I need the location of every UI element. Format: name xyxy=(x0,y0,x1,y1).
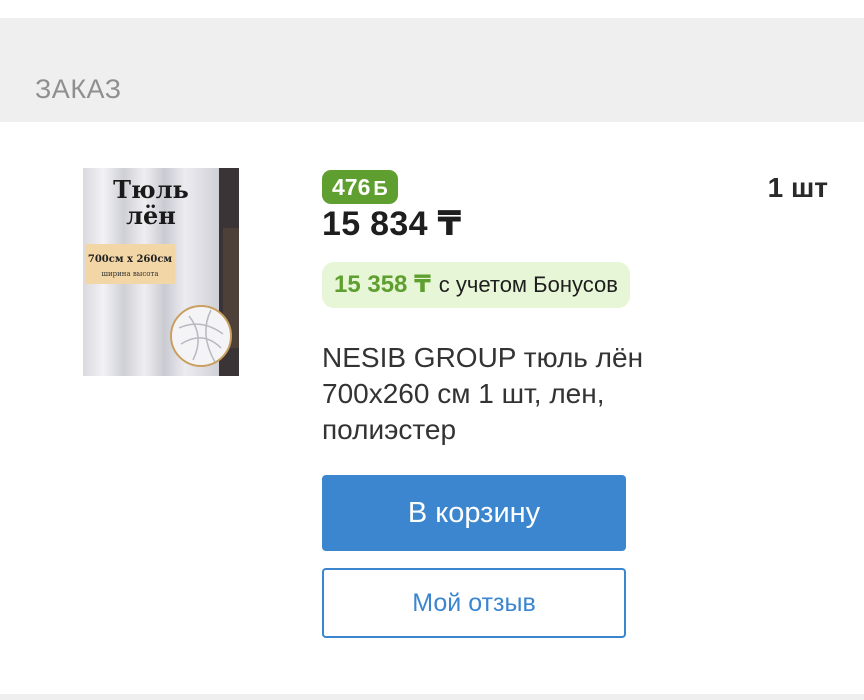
add-to-cart-button[interactable]: В корзину xyxy=(322,475,626,551)
bonus-badge: 476 Б xyxy=(322,170,398,204)
product-title[interactable]: NESIB GROUP тюль лён 700x260 см 1 шт, ле… xyxy=(322,340,742,448)
image-size-caption: ширина высота xyxy=(101,270,158,278)
curtain-image: Тюль лён 700см x 260см ширина высота xyxy=(83,168,239,376)
section-header xyxy=(0,18,864,122)
section-title: ЗАКАЗ xyxy=(35,74,122,104)
image-label-line1: Тюль xyxy=(113,175,189,204)
bonus-price-amount: 15 358 ₸ xyxy=(334,271,431,298)
product-image[interactable]: Тюль лён 700см x 260см ширина высота xyxy=(83,168,239,376)
bonus-price-badge: 15 358 ₸ с учетом Бонусов xyxy=(322,262,630,308)
product-quantity: 1 шт xyxy=(767,172,828,203)
bonus-icon: Б xyxy=(373,178,388,200)
bottom-divider xyxy=(0,694,864,700)
image-size-label: 700см x 260см xyxy=(88,254,173,265)
bonus-badge-amount: 476 xyxy=(332,174,371,200)
top-spacer xyxy=(0,0,864,18)
image-label-line2: лён xyxy=(126,201,176,230)
product-price: 15 834 ₸ xyxy=(322,205,462,243)
bonus-price-text: с учетом Бонусов xyxy=(438,272,618,297)
my-review-button[interactable]: Мой отзыв xyxy=(322,568,626,638)
